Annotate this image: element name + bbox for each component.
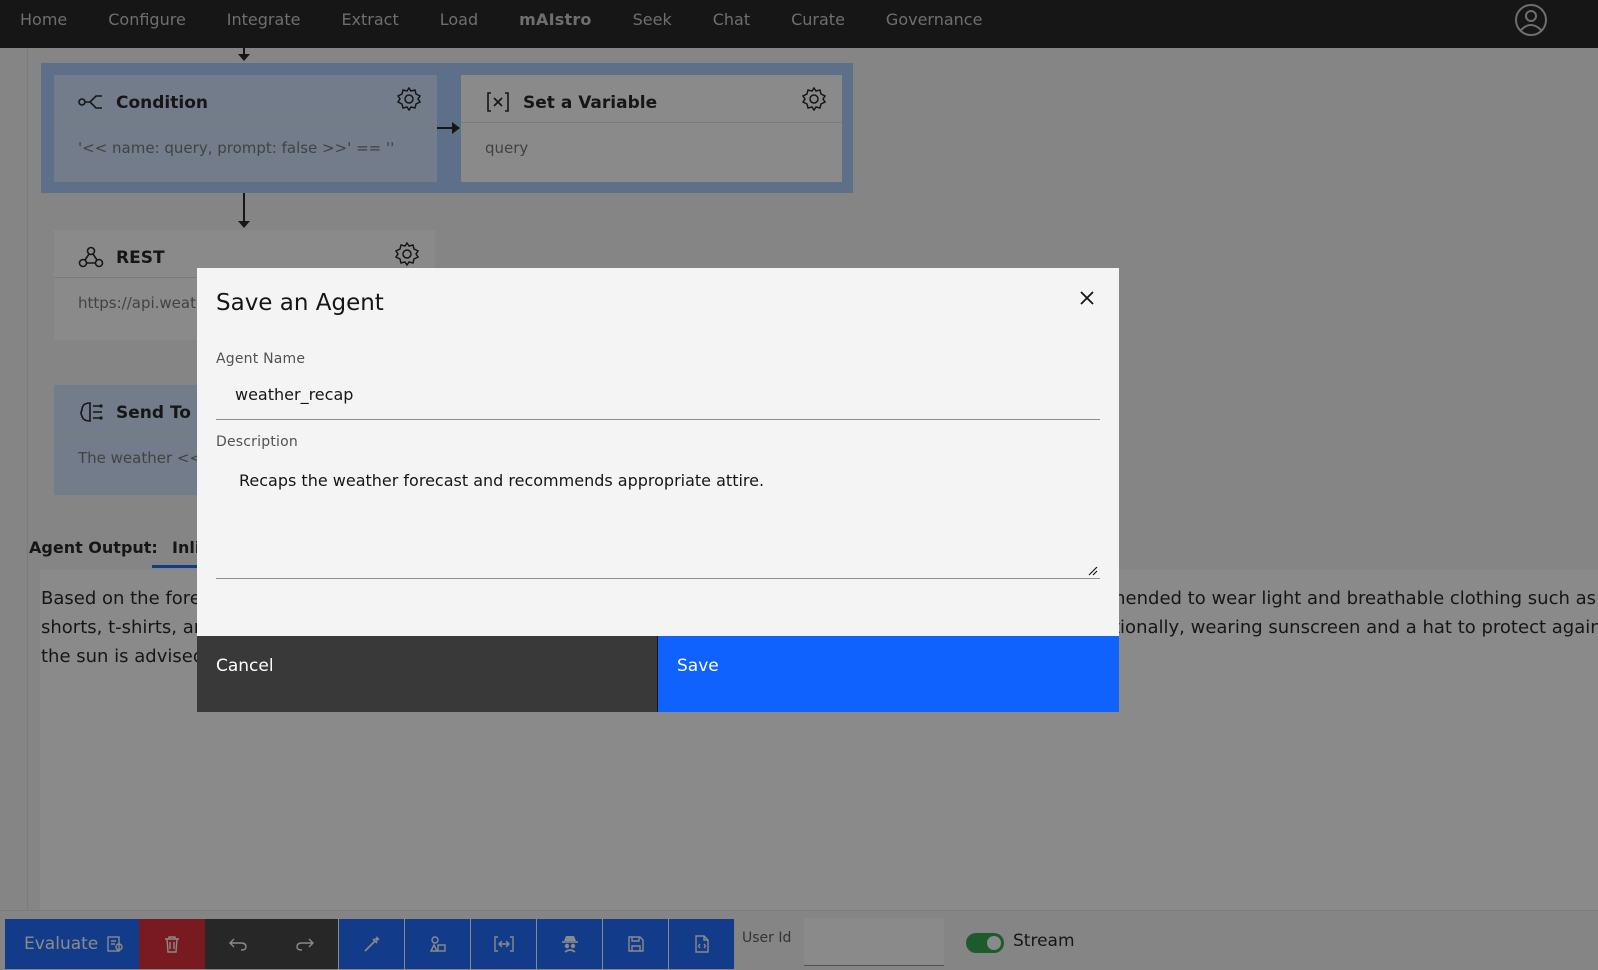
resize-handle-icon[interactable]: [1086, 564, 1098, 576]
agent-name-input[interactable]: weather_recap: [216, 372, 1100, 420]
modal-title: Save an Agent: [216, 290, 384, 316]
agent-name-label: Agent Name: [216, 351, 306, 367]
close-icon: [1080, 291, 1094, 305]
description-text: Recaps the weather forecast and recommen…: [239, 471, 765, 490]
cancel-button[interactable]: Cancel: [197, 636, 657, 712]
save-agent-modal: Save an Agent Agent Name weather_recap D…: [197, 268, 1119, 712]
close-button[interactable]: [1071, 282, 1103, 314]
description-label: Description: [216, 434, 298, 450]
modal-footer: Cancel Save: [197, 636, 1119, 712]
description-textarea[interactable]: Recaps the weather forecast and recommen…: [216, 455, 1100, 579]
save-button[interactable]: Save: [657, 636, 1119, 712]
